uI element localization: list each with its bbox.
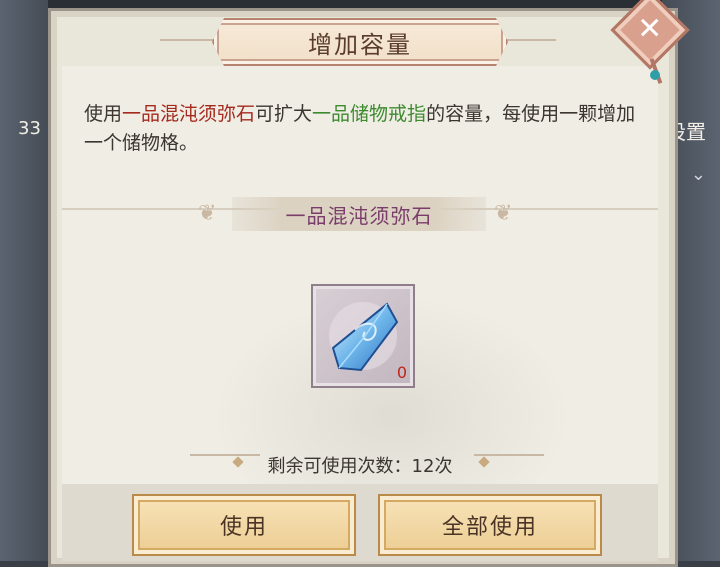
use-all-button[interactable]: 全部使用 <box>378 494 602 556</box>
item-section-title: 一品混沌须弥石 <box>285 203 433 228</box>
section-ornament-left: ❦ <box>198 201 217 226</box>
dialog-title: 增加容量 <box>308 30 412 59</box>
desc-text-2: 可扩大 <box>255 103 313 125</box>
desc-target-name: 一品储物戒指 <box>312 103 427 125</box>
dialog-title-plaque: 增加容量 <box>212 18 508 66</box>
background-number: 33 <box>18 118 41 139</box>
use-all-button-label: 全部使用 <box>441 515 538 540</box>
section-ornament-right: ❦ <box>494 201 513 226</box>
use-button[interactable]: 使用 <box>132 494 356 556</box>
item-section-header: 一品混沌须弥石 <box>232 197 486 231</box>
desc-item-name: 一品混沌须弥石 <box>122 103 256 125</box>
desc-text-1: 使用 <box>84 103 123 125</box>
gem-icon <box>329 302 399 372</box>
remaining-uses-label: 剩余可使用次数：12次 <box>267 456 453 477</box>
dialog-description: 使用一品混沌须弥石可扩大一品储物戒指的容量，每使用一颗增加一个储物格。 <box>84 100 644 158</box>
use-button-label: 使用 <box>219 515 268 540</box>
item-slot[interactable]: 0 <box>311 284 415 388</box>
close-tassel-bead <box>650 70 660 80</box>
item-count: 0 <box>396 363 407 382</box>
close-icon: ✕ <box>637 11 663 47</box>
chevron-down-icon: ⌄ <box>690 164 706 185</box>
title-ornament-left <box>160 39 220 41</box>
